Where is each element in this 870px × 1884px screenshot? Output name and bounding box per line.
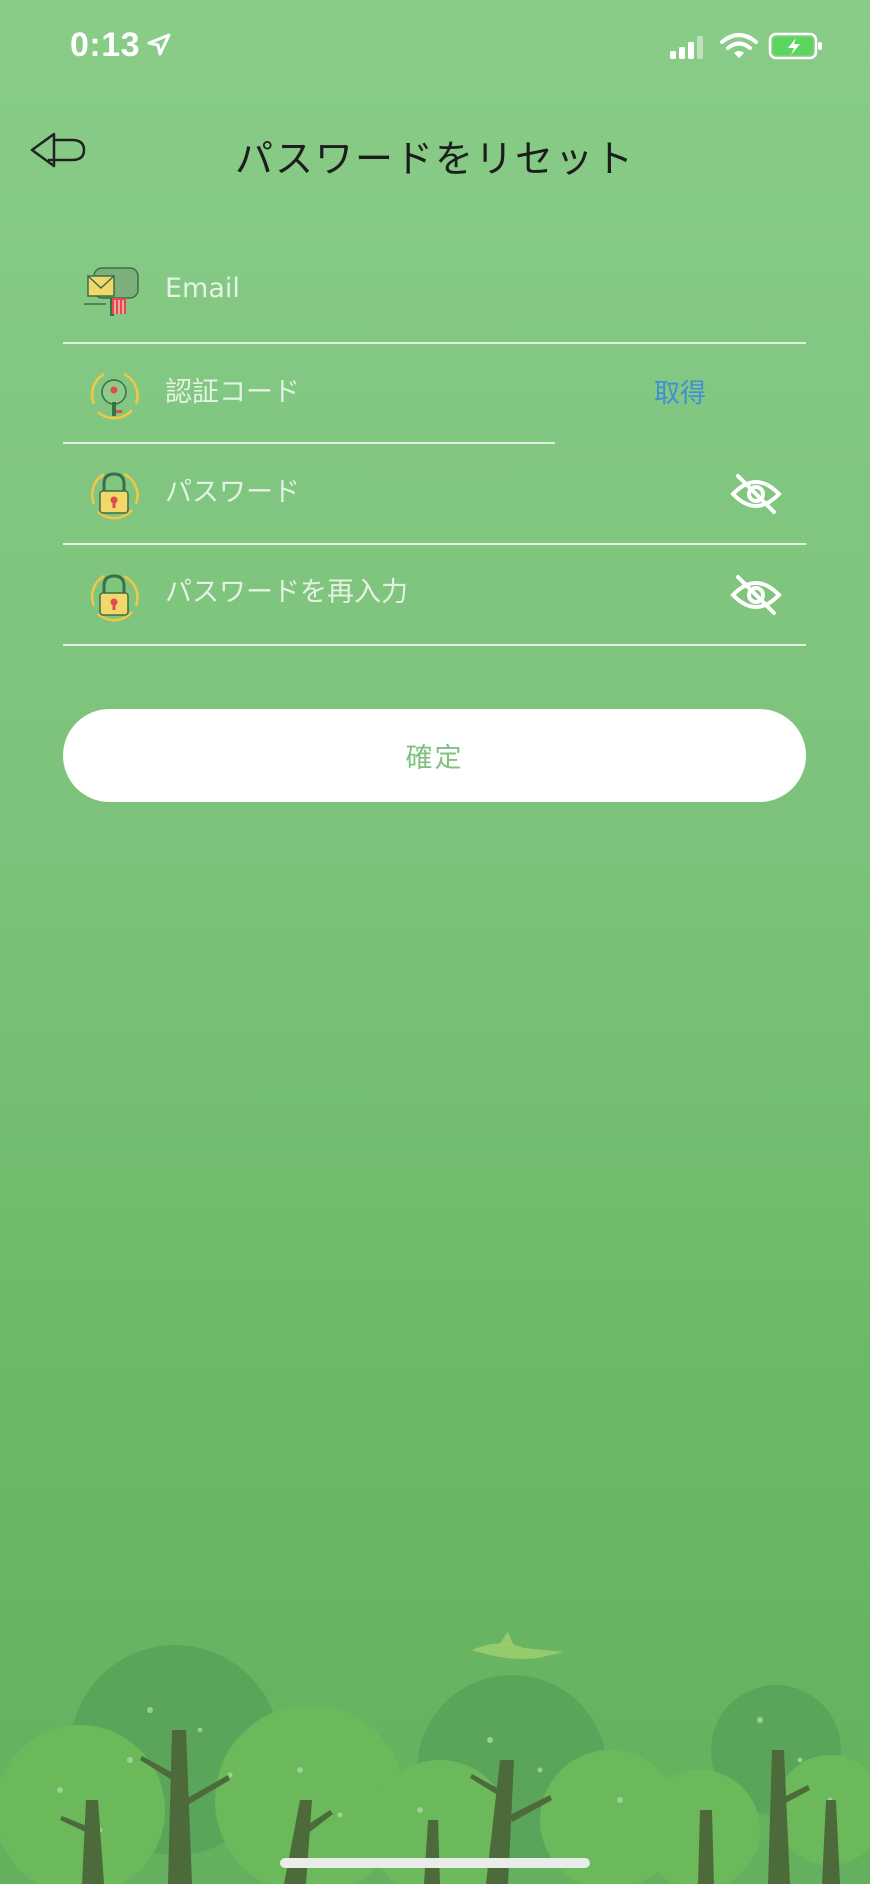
mailbox-icon xyxy=(84,267,139,316)
page-title: パスワードをリセット xyxy=(234,137,635,181)
padlock-icon xyxy=(90,472,139,520)
verification-code-field[interactable] xyxy=(165,372,585,412)
eye-slash-icon xyxy=(730,474,782,514)
email-divider xyxy=(63,342,806,344)
email-field[interactable] xyxy=(165,268,785,308)
location-arrow-icon xyxy=(147,33,171,56)
battery-charging-icon xyxy=(768,32,822,60)
get-code-button[interactable]: 取得 xyxy=(640,374,720,414)
padlock-icon xyxy=(90,574,139,622)
status-time: 0:13 xyxy=(70,26,141,64)
home-indicator[interactable] xyxy=(280,1858,590,1868)
code-divider xyxy=(63,442,555,444)
key-badge-icon xyxy=(90,372,139,420)
password-confirm-field[interactable] xyxy=(165,572,705,612)
password-confirm-divider xyxy=(63,644,806,646)
eye-slash-icon xyxy=(730,575,782,615)
wifi-icon xyxy=(720,33,758,58)
cellular-signal-icon xyxy=(670,36,703,59)
password-confirm-visibility-toggle[interactable] xyxy=(730,573,782,617)
password-divider xyxy=(63,543,806,545)
confirm-button[interactable]: 確定 xyxy=(63,709,806,802)
password-visibility-toggle[interactable] xyxy=(730,472,782,516)
forest-illustration xyxy=(0,1645,870,1884)
password-field[interactable] xyxy=(165,472,705,512)
